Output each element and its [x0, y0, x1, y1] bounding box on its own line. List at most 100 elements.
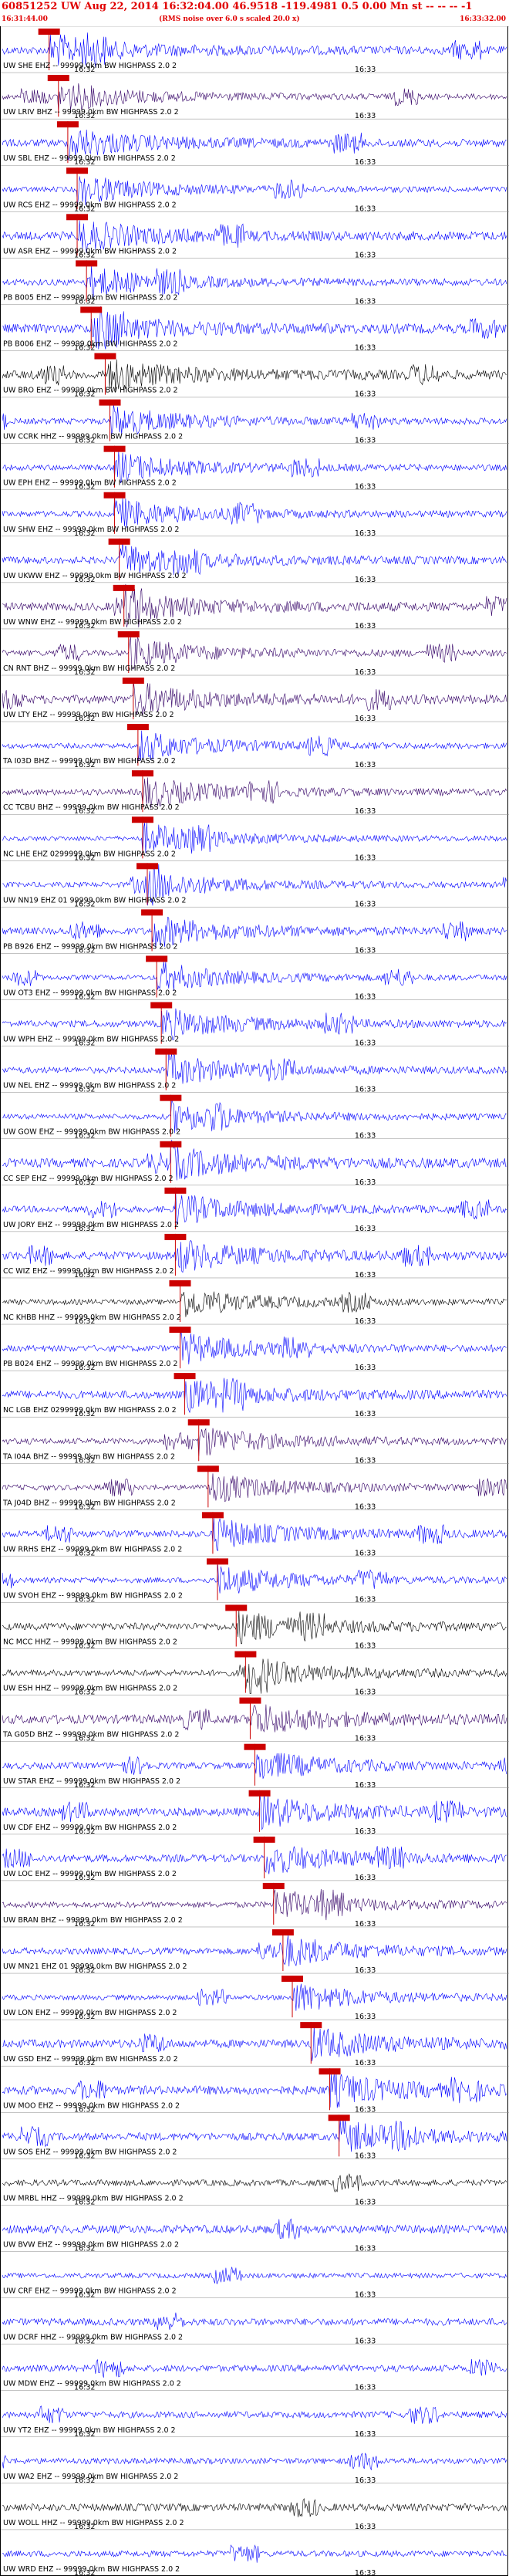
time-tick-label: 16:32: [74, 1735, 95, 1743]
time-tick-label: 16:32: [74, 576, 95, 584]
trace-row: UW SHW EHZ -- 99999.0km BW HIGHPASS 2.0 …: [1, 489, 509, 538]
time-tick-label: 16:32: [74, 483, 95, 492]
time-tick-label: 16:32: [74, 854, 95, 862]
time-tick-label: 16:32: [74, 2244, 95, 2253]
waveform-trace: [2, 83, 507, 111]
time-tick-label: 16:33: [355, 1317, 376, 1326]
seismogram-panel: UW SHE EHZ -- 99999.0km BW HIGHPASS 2.0 …: [0, 26, 509, 2576]
waveform-trace: [2, 497, 507, 528]
time-tick-label: 16:32: [74, 2013, 95, 2021]
time-tick-label: 16:33: [355, 1364, 376, 1372]
time-tick-label: 16:32: [74, 2059, 95, 2067]
time-tick-label: 16:32: [74, 2523, 95, 2531]
time-tick-label: 16:32: [74, 1503, 95, 1511]
trace-row: UW SHE EHZ -- 99999.0km BW HIGHPASS 2.0 …: [1, 26, 509, 74]
time-tick-label: 16:32: [74, 622, 95, 630]
trace-row: UW LRIV BHZ -- 99999.0km BW HIGHPASS 2.0…: [1, 72, 509, 120]
waveform-trace: [2, 404, 507, 435]
time-tick-label: 16:33: [355, 437, 376, 445]
time-tick-label: 16:33: [355, 2384, 376, 2392]
time-tick-label: 16:33: [355, 1966, 376, 1975]
time-tick-label: 16:33: [355, 1874, 376, 1882]
waveform-trace: [2, 1053, 507, 1084]
time-tick-label: 16:32: [74, 2291, 95, 2300]
time-tick-label: 16:33: [355, 946, 376, 955]
time-tick-label: 16:33: [355, 1503, 376, 1511]
time-tick-label: 16:32: [74, 993, 95, 1002]
time-tick-label: 16:32: [74, 1781, 95, 1790]
trace-row: UW JORY EHZ -- 99999.0km BW HIGHPASS 2.0…: [1, 1185, 509, 1233]
time-tick-label: 16:32: [74, 1689, 95, 1697]
trace-row: PB B024 EHZ -- 99999.0km BW HIGHPASS 2.0…: [1, 1323, 509, 1372]
time-tick-label: 16:32: [74, 529, 95, 538]
waveform-trace: [2, 1753, 507, 1779]
time-tick-label: 16:33: [355, 1456, 376, 1465]
trace-row: NC MCC HHZ -- 99999.0km BW HIGHPASS 2.0 …: [1, 1602, 509, 1651]
time-tick-label: 16:33: [355, 2430, 376, 2439]
waveform-trace: [2, 1192, 507, 1225]
trace-row: UW NEL EHZ -- 99999.0km BW HIGHPASS 2.0 …: [1, 1046, 509, 1094]
waveform-trace: [2, 2267, 507, 2284]
time-tick-label: 16:33: [355, 529, 376, 538]
time-tick-label: 16:32: [74, 2384, 95, 2392]
time-tick-label: 16:33: [355, 1132, 376, 1141]
time-tick-label: 16:33: [355, 2105, 376, 2114]
trace-row: UW SOS EHZ -- 99999.0km BW HIGHPASS 2.0 …: [1, 2112, 509, 2160]
time-tick-label: 16:32: [74, 2105, 95, 2114]
time-tick-label: 16:32: [74, 112, 95, 120]
trace-row: UW MDW EHZ -- 99999.0km BW HIGHPASS 2.0 …: [1, 2344, 509, 2392]
time-tick-label: 16:33: [355, 854, 376, 862]
time-tick-label: 16:32: [74, 2338, 95, 2346]
trace-row: TA I03D BHZ -- 99999.0km BW HIGHPASS 2.0…: [1, 721, 509, 769]
waveform-trace: [2, 2497, 507, 2517]
trace-row: TA G05D BHZ -- 99999.0km BW HIGHPASS 2.0…: [1, 1695, 509, 1743]
time-tick-label: 16:33: [355, 2523, 376, 2531]
trace-row: UW MOO EHZ -- 99999.0km BW HIGHPASS 2.0 …: [1, 2065, 509, 2114]
trace-row: UW ASR EHZ -- 99999.0km BW HIGHPASS 2.0 …: [1, 211, 509, 259]
waveform-trace: [2, 1935, 507, 1967]
time-tick-label: 16:33: [355, 1920, 376, 1929]
trace-row: UW CRF EHZ -- 99999.0km BW HIGHPASS 2.0 …: [1, 2251, 509, 2300]
time-tick-label: 16:33: [355, 1410, 376, 1418]
waveform-trace: [2, 542, 507, 576]
waveform-trace: [2, 1564, 507, 1594]
time-tick-label: 16:33: [355, 1549, 376, 1557]
waveform-trace: [2, 1704, 507, 1733]
trace-row: UW DCRF HHZ -- 99999.0km BW HIGHPASS 2.0…: [1, 2297, 509, 2346]
waveform-trace: [2, 2358, 507, 2378]
time-tick-label: 16:33: [355, 2569, 376, 2576]
time-tick-label: 16:33: [355, 390, 376, 399]
time-tick-label: 16:33: [355, 715, 376, 723]
trace-row: NC LGB EHZ 0299999.0km BW HIGHPASS 2.0 2…: [1, 1370, 509, 1418]
start-time: 16:31:44.00: [2, 15, 48, 23]
trace-row: NC LHE EHZ 0299999.0km BW HIGHPASS 2.0 2…: [1, 813, 509, 862]
trace-row: UW GSD EHZ -- 99999.0km BW HIGHPASS 2.0 …: [1, 2019, 509, 2067]
trace-row: UW WRD EHZ -- 99999.0km BW HIGHPASS 2.0 …: [1, 2529, 509, 2576]
waveform-trace: [2, 822, 507, 854]
trace-row: UW SBL EHZ -- 99999.0km BW HIGHPASS 2.0 …: [1, 118, 509, 167]
trace-row: UW WPH EHZ -- 99999.0km BW HIGHPASS 2.0 …: [1, 999, 509, 1048]
waveform-trace: [2, 961, 507, 991]
time-tick-label: 16:33: [355, 2244, 376, 2253]
trace-row: UW RCS EHZ -- 99999.0km BW HIGHPASS 2.0 …: [1, 164, 509, 213]
time-tick-label: 16:33: [355, 2291, 376, 2300]
time-tick-label: 16:33: [355, 1271, 376, 1280]
trace-row: UW LON EHZ -- 99999.0km BW HIGHPASS 2.0 …: [1, 1973, 509, 2021]
trace-row: UW MN21 EHZ 01 99999.0km BW HIGHPASS 2.0…: [1, 1926, 509, 1975]
time-tick-label: 16:33: [355, 993, 376, 1002]
trace-row: UW RRHS EHZ -- 99999.0km BW HIGHPASS 2.0…: [1, 1509, 509, 1557]
time-tick-label: 16:33: [355, 668, 376, 677]
time-tick-label: 16:33: [355, 66, 376, 74]
time-tick-label: 16:32: [74, 715, 95, 723]
trace-row: CC SEP EHZ -- 99999.0km BW HIGHPASS 2.0 …: [1, 1138, 509, 1187]
time-tick-label: 16:32: [74, 1364, 95, 1372]
waveform-trace: [2, 730, 507, 761]
time-tick-label: 16:32: [74, 2198, 95, 2206]
trace-row: UW WA2 EHZ -- 99999.0km BW HIGHPASS 2.0 …: [1, 2436, 509, 2485]
waveform-trace: [2, 1983, 507, 2011]
time-tick-label: 16:33: [355, 622, 376, 630]
time-tick-label: 16:32: [74, 158, 95, 167]
time-tick-label: 16:32: [74, 1225, 95, 1233]
plot-header: 60851252 UW Aug 22, 2014 16:32:04.00 46.…: [0, 0, 509, 26]
trace-row: UW CCRK HHZ -- 99999.0km BW HIGHPASS 2.0…: [1, 397, 509, 445]
